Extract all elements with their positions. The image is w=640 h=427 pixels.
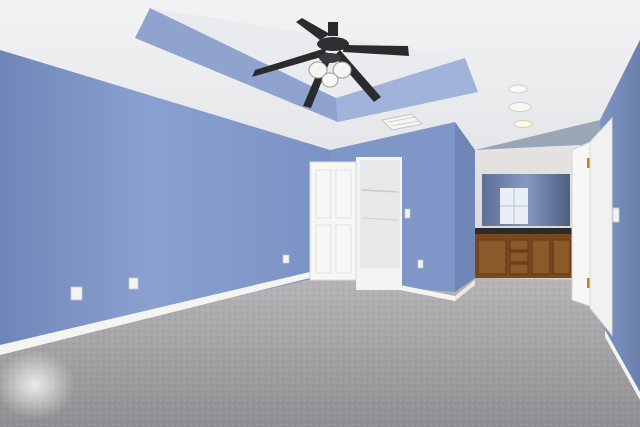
closet-door[interactable] bbox=[309, 161, 357, 281]
bathroom-door-frame bbox=[589, 116, 613, 337]
vanity-door-left[interactable] bbox=[477, 239, 507, 275]
vanity-drawer-2[interactable] bbox=[509, 251, 529, 263]
room-illustration bbox=[0, 0, 640, 427]
recessed-light-icon bbox=[508, 84, 528, 94]
vanity-door-middle[interactable] bbox=[531, 239, 551, 275]
electrical-outlet-icon-3 bbox=[282, 254, 290, 264]
vanity-countertop bbox=[475, 228, 572, 234]
electrical-outlet-icon-4 bbox=[417, 259, 424, 269]
electrical-outlet-icon bbox=[70, 286, 83, 301]
bedroom-photo bbox=[0, 0, 640, 427]
recessed-light-icon-2 bbox=[508, 102, 532, 112]
closet-interior bbox=[360, 160, 400, 268]
vanity-drawer-1[interactable] bbox=[509, 239, 529, 251]
vanity-drawer-3[interactable] bbox=[509, 263, 529, 275]
return-wall bbox=[455, 122, 475, 292]
light-switch-icon-closet[interactable] bbox=[404, 208, 411, 219]
recessed-light-icon-3 bbox=[513, 120, 533, 128]
light-switch-icon[interactable] bbox=[612, 207, 620, 223]
electrical-outlet-icon-2 bbox=[128, 277, 139, 290]
vanity-door-right[interactable] bbox=[552, 239, 571, 275]
